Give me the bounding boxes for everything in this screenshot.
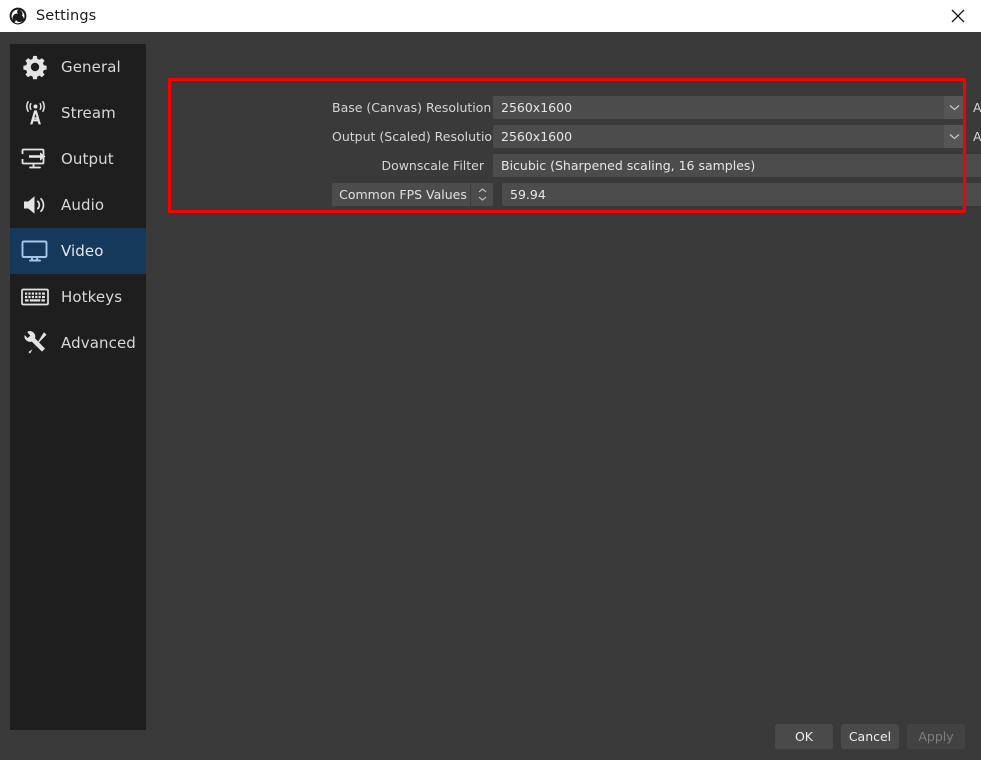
downscale-filter-combo[interactable]: Bicubic (Sharpened scaling, 16 samples) [493, 154, 981, 177]
downscale-filter-label: Downscale Filter [381, 158, 484, 173]
output-resolution-row: Output (Scaled) Resolution 2560x1600 Asp… [332, 125, 981, 148]
keyboard-icon [20, 282, 50, 312]
sidebar-item-audio[interactable]: Audio [10, 182, 146, 228]
broadcast-icon [20, 98, 50, 128]
sidebar-item-output[interactable]: Output [10, 136, 146, 182]
output-aspect-ratio-label: Aspect Ratio [973, 129, 981, 144]
base-resolution-row: Base (Canvas) Resolution 2560x1600 Aspec… [332, 96, 981, 119]
fps-value: 59.94 [510, 187, 546, 202]
output-resolution-dropdown-button[interactable] [944, 125, 964, 148]
base-aspect-ratio-label: Aspect Ratio [973, 100, 981, 115]
fps-mode-label: Common FPS Values [339, 187, 467, 202]
sidebar-item-advanced[interactable]: Advanced [10, 320, 146, 366]
settings-sidebar: General Stream Output Audio Video Hotkey… [10, 44, 146, 730]
downscale-filter-value: Bicubic (Sharpened scaling, 16 samples) [501, 158, 756, 173]
base-resolution-value: 2560x1600 [501, 100, 573, 115]
sidebar-item-general[interactable]: General [10, 44, 146, 90]
sidebar-item-hotkeys[interactable]: Hotkeys [10, 274, 146, 320]
obs-logo-icon [9, 7, 27, 25]
sidebar-item-label: Advanced [61, 334, 136, 352]
close-icon [951, 9, 964, 23]
output-resolution-combo[interactable]: 2560x1600 [493, 125, 964, 148]
monitor-icon [20, 236, 50, 266]
downscale-filter-row: Downscale Filter Bicubic (Sharpened scal… [332, 154, 981, 177]
output-resolution-label: Output (Scaled) Resolution [332, 129, 500, 144]
video-settings-form: Base (Canvas) Resolution 2560x1600 Aspec… [332, 96, 981, 206]
fps-mode-combo[interactable]: Common FPS Values [332, 183, 493, 206]
apply-button: Apply [907, 724, 965, 749]
sidebar-item-label: Output [61, 150, 114, 168]
sidebar-item-label: Hotkeys [61, 288, 123, 306]
settings-window: Settings General Stream Output Audio Vid… [0, 0, 981, 760]
sidebar-item-label: Video [61, 242, 104, 260]
base-aspect-ratio: Aspect Ratio 16:10 [973, 100, 981, 115]
close-button[interactable] [934, 0, 981, 32]
settings-content: General Stream Output Audio Video Hotkey… [0, 32, 981, 760]
ok-button[interactable]: OK [775, 724, 833, 749]
sidebar-item-label: Stream [61, 104, 116, 122]
base-resolution-label: Base (Canvas) Resolution [332, 100, 492, 115]
chevron-down-icon [949, 105, 959, 111]
fps-value-combo[interactable]: 59.94 [502, 183, 981, 206]
output-resolution-value: 2560x1600 [501, 129, 573, 144]
chevron-down-icon [949, 134, 959, 140]
output-icon [20, 144, 50, 174]
video-settings-panel: Base (Canvas) Resolution 2560x1600 Aspec… [158, 44, 981, 730]
sidebar-item-stream[interactable]: Stream [10, 90, 146, 136]
sidebar-item-label: General [61, 58, 121, 76]
output-aspect-ratio: Aspect Ratio 16:10 [973, 129, 981, 144]
speaker-icon [20, 190, 50, 220]
cancel-button[interactable]: Cancel [841, 724, 899, 749]
sidebar-item-label: Audio [61, 196, 105, 214]
base-resolution-combo[interactable]: 2560x1600 [493, 96, 964, 119]
base-resolution-dropdown-button[interactable] [944, 96, 964, 119]
spinner-updown-icon [478, 188, 487, 201]
fps-row: Common FPS Values 59.94 [332, 183, 981, 206]
titlebar: Settings [0, 0, 981, 32]
sidebar-item-video[interactable]: Video [10, 228, 146, 274]
window-title: Settings [36, 8, 97, 24]
fps-mode-spinner[interactable] [470, 183, 493, 206]
dialog-button-row: OK Cancel Apply [775, 724, 965, 749]
gear-icon [20, 52, 50, 82]
tools-icon [20, 328, 50, 358]
